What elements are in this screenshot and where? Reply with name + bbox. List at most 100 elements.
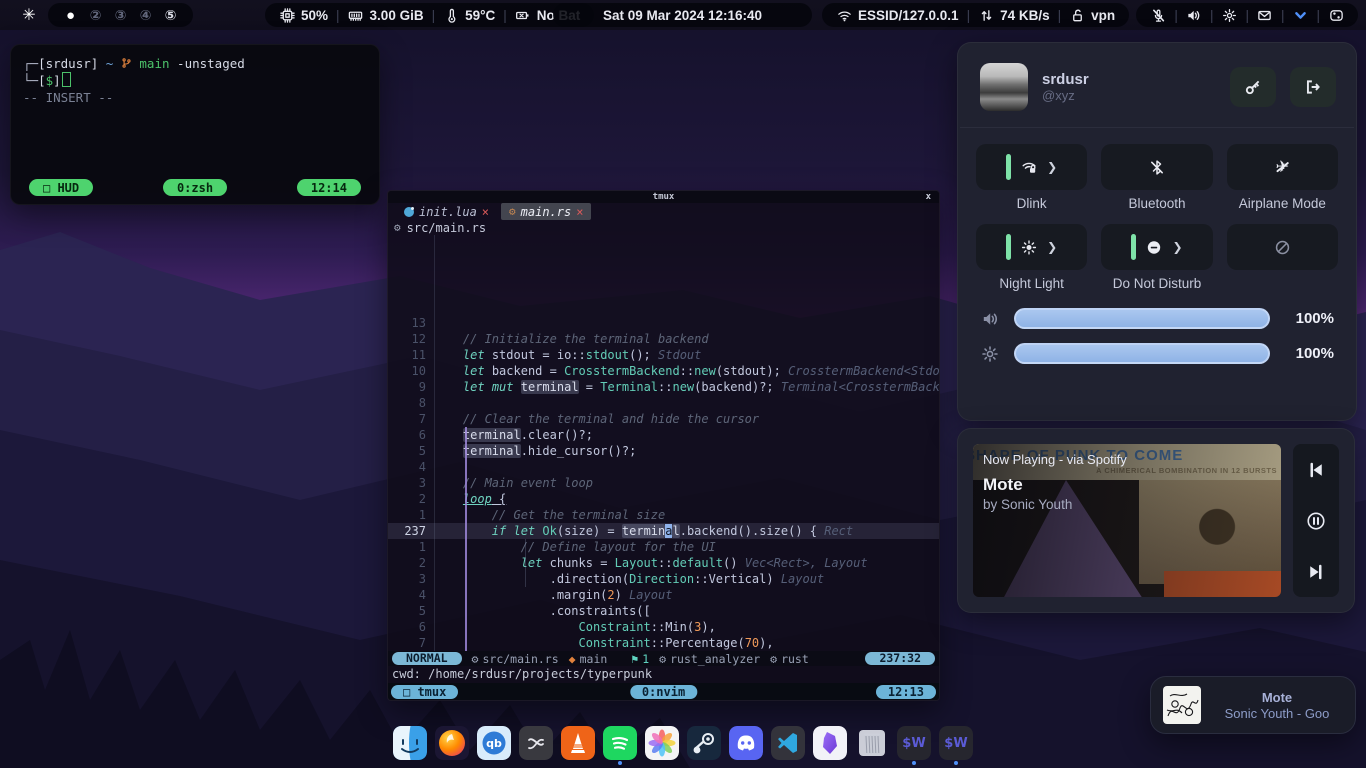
tmux-session-pill[interactable]: □ tmux	[391, 685, 458, 699]
workspace-3[interactable]: ③	[112, 7, 129, 24]
obsidian-dock-icon[interactable]	[813, 726, 847, 760]
cursor-position-pill: 237:32	[865, 652, 935, 665]
trash-dock-icon[interactable]	[855, 726, 889, 760]
hud-pill[interactable]: □ HUD	[29, 179, 93, 196]
gear-icon[interactable]	[1221, 7, 1237, 23]
terminal-window[interactable]: ┌─[srdusr] ~ main -unstaged └─[$] -- INS…	[10, 44, 380, 205]
code-line[interactable]: 2 let chunks = Layout::default() Vec<Rec…	[388, 555, 939, 571]
photos-dock-icon[interactable]	[645, 726, 679, 760]
toggle-tile[interactable]: ❯	[1101, 224, 1212, 270]
spotify-dock-icon[interactable]	[603, 726, 637, 760]
code-line[interactable]: 4 .margin(2) Layout	[388, 587, 939, 603]
code-line[interactable]: 6 Constraint::Min(3),	[388, 619, 939, 635]
control-center: srdusr @xyz ❯DlinkBluetooth✈Airplane Mod…	[957, 42, 1357, 421]
chevron-right-icon[interactable]: ❯	[1172, 240, 1182, 254]
typerpunk-dock-icon[interactable]: $W	[897, 726, 931, 760]
pause-button[interactable]	[1306, 511, 1326, 531]
chevron-right-icon[interactable]: ❯	[1047, 160, 1057, 174]
code-line[interactable]: 4	[388, 459, 939, 475]
clock[interactable]: Sat 09 Mar 2024 12:16:40	[553, 3, 812, 27]
toggle-tile[interactable]: ❯	[976, 224, 1087, 270]
zsh-session-pill[interactable]: 0:zsh	[163, 179, 227, 196]
code-line[interactable]: 13	[388, 315, 939, 331]
media-app-dock-icon[interactable]	[519, 726, 553, 760]
code-line[interactable]: 3 // Main event loop	[388, 475, 939, 491]
system-stats: 50%|3.00 GiB|59°C|No Bat	[265, 3, 594, 27]
tmux-window[interactable]: tmux x init.lua×⚙main.rs× ⚙ src/main.rs …	[387, 190, 940, 701]
code-area[interactable]: 1312 // Initialize the terminal backend1…	[388, 235, 939, 651]
toggle-tile[interactable]	[1101, 144, 1212, 190]
separator: |	[503, 8, 507, 23]
code-line[interactable]: 237 if let Ok(size) = terminal.backend()…	[388, 523, 939, 539]
firefox-dock-icon[interactable]	[435, 726, 469, 760]
statusline-file: ⚙src/main.rs	[472, 652, 559, 666]
notification[interactable]: Mote Sonic Youth - Goo	[1150, 676, 1356, 734]
speaker-slider[interactable]	[1014, 308, 1270, 329]
code-line[interactable]: 3 .direction(Direction::Vertical) Layout	[388, 571, 939, 587]
vlc-dock-icon[interactable]	[561, 726, 595, 760]
code-line[interactable]: 1 // Get the terminal size	[388, 507, 939, 523]
mic-muted-icon[interactable]	[1150, 7, 1166, 23]
code-line[interactable]: 7 // Clear the terminal and hide the cur…	[388, 411, 939, 427]
dock-item-typerpunk-alt: $W	[939, 726, 973, 765]
user-handle: @xyz	[1042, 88, 1216, 103]
tab-close-icon[interactable]: ×	[576, 205, 583, 219]
code-line[interactable]: 5 terminal.hide_cursor()?;	[388, 443, 939, 459]
close-button[interactable]: x	[926, 191, 931, 203]
mail-icon[interactable]	[1257, 7, 1273, 23]
toggles-icon[interactable]	[1328, 7, 1344, 23]
tab-main.rs[interactable]: ⚙main.rs×	[501, 203, 591, 220]
steam-dock-icon[interactable]	[687, 726, 721, 760]
chevron-down-icon[interactable]	[1292, 7, 1308, 23]
brightness-icon	[980, 345, 1000, 363]
qbittorrent-dock-icon[interactable]: qb	[477, 726, 511, 760]
separator: |	[336, 8, 340, 23]
tmux-clock-pill: 12:13	[876, 685, 936, 699]
statusline: NORMAL ⚙src/main.rs ◆main ⚑1 ⚙rust_analy…	[388, 651, 939, 666]
code-line[interactable]: 5 .constraints([	[388, 603, 939, 619]
line-number: 13	[388, 315, 434, 331]
toggle-tile[interactable]: ✈	[1227, 144, 1338, 190]
tmux-window-pill[interactable]: 0:nvim	[630, 685, 697, 699]
code-line[interactable]: 8	[388, 395, 939, 411]
workspace-5[interactable]: ⑤	[162, 7, 179, 24]
code-line[interactable]: 9 let mut terminal = Terminal::new(backe…	[388, 379, 939, 395]
line-number: 12	[388, 331, 434, 347]
code-line[interactable]: 2 loop {	[388, 491, 939, 507]
code-text: // Clear the terminal and hide the curso…	[434, 411, 939, 427]
launcher-icon[interactable]: ✳	[16, 3, 42, 27]
discord-dock-icon[interactable]	[729, 726, 763, 760]
code-line[interactable]: 6 terminal.clear()?;	[388, 427, 939, 443]
workspace-1[interactable]: ●	[62, 7, 79, 24]
album-art: SHAPE OF PUNK TO COME A CHIMERICAL BOMBI…	[973, 444, 1281, 597]
code-line[interactable]: 12 // Initialize the terminal backend	[388, 331, 939, 347]
workspace-4[interactable]: ④	[137, 7, 154, 24]
workspace-2[interactable]: ②	[87, 7, 104, 24]
tab-close-icon[interactable]: ×	[482, 205, 489, 219]
vscode-dock-icon[interactable]	[771, 726, 805, 760]
typerpunk-alt-dock-icon[interactable]: $W	[939, 726, 973, 760]
desktop: ✳ ● ②③④⑤ 50%|3.00 GiB|59°C|No Bat Sat 09 …	[0, 0, 1366, 768]
code-line[interactable]: 10 let backend = CrosstermBackend::new(s…	[388, 363, 939, 379]
toggle-bluetooth: Bluetooth	[1101, 144, 1212, 212]
next-button[interactable]	[1306, 562, 1326, 582]
logout-button[interactable]	[1290, 67, 1336, 107]
code-line[interactable]: 7 Constraint::Percentage(70),	[388, 635, 939, 651]
speaker-icon[interactable]	[1186, 7, 1202, 23]
code-text: .margin(2) Layout	[434, 587, 939, 603]
line-number: 2	[388, 491, 434, 507]
code-line[interactable]: 11 let stdout = io::stdout(); Stdout	[388, 347, 939, 363]
brightness-slider[interactable]	[1014, 343, 1270, 364]
previous-button[interactable]	[1306, 460, 1326, 480]
file-manager-dock-icon[interactable]	[393, 726, 427, 760]
code-line[interactable]: 1 // Define layout for the UI	[388, 539, 939, 555]
chevron-right-icon[interactable]: ❯	[1047, 240, 1057, 254]
toggle-tile[interactable]	[1227, 224, 1338, 270]
lock-keys-button[interactable]	[1230, 67, 1276, 107]
line-number: 9	[388, 379, 434, 395]
lua-icon	[404, 207, 414, 217]
toggle-tile[interactable]: ❯	[976, 144, 1087, 190]
ram-icon	[348, 7, 364, 23]
tab-init.lua[interactable]: init.lua×	[396, 203, 497, 220]
speaker-icon	[980, 310, 1000, 328]
